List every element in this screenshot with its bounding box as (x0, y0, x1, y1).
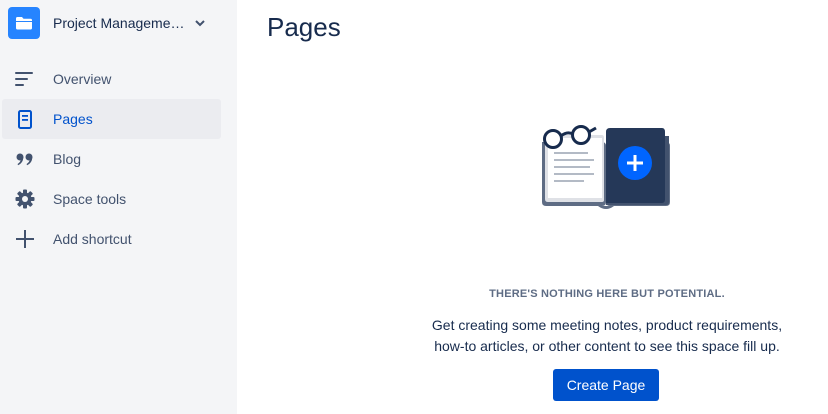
sidebar-item-pages[interactable]: Pages (2, 99, 221, 139)
sidebar-item-space-tools[interactable]: Space tools (0, 179, 237, 219)
overview-icon (15, 69, 35, 89)
folder-icon (16, 17, 32, 30)
sidebar-item-blog[interactable]: Blog (0, 139, 237, 179)
sidebar-item-add-shortcut[interactable]: Add shortcut (0, 219, 237, 259)
pages-icon (15, 109, 35, 129)
page-title: Pages (267, 12, 341, 42)
space-avatar (8, 7, 40, 39)
sidebar-item-label: Space tools (53, 191, 127, 207)
gear-icon (15, 189, 35, 209)
empty-state-description: Get creating some meeting notes, product… (408, 315, 806, 357)
chevron-down-icon[interactable] (194, 19, 205, 27)
sidebar-item-label: Overview (53, 71, 112, 87)
empty-state-description-line: Get creating some meeting notes, product… (431, 317, 783, 333)
book-with-glasses-icon (542, 125, 670, 209)
sidebar-item-label: Pages (53, 111, 93, 127)
plus-icon (15, 229, 35, 249)
empty-state-illustration (536, 122, 674, 214)
create-page-button[interactable]: Create Page (553, 369, 659, 401)
space-name: Project Manageme… (53, 15, 185, 31)
empty-state-heading: THERE'S NOTHING HERE BUT POTENTIAL. (489, 288, 725, 300)
sidebar-nav: Overview Pages Blog Space tools Add shor… (0, 59, 237, 259)
sidebar-item-label: Blog (53, 151, 82, 167)
empty-state-description-line: how-to articles, or other content to see… (434, 338, 780, 354)
quote-icon (15, 149, 35, 169)
sidebar-item-overview[interactable]: Overview (0, 59, 237, 99)
space-switcher[interactable]: Project Manageme… (8, 6, 228, 40)
sidebar: Project Manageme… Overview Pages Blog Sp… (0, 0, 237, 414)
sidebar-item-label: Add shortcut (53, 231, 132, 247)
